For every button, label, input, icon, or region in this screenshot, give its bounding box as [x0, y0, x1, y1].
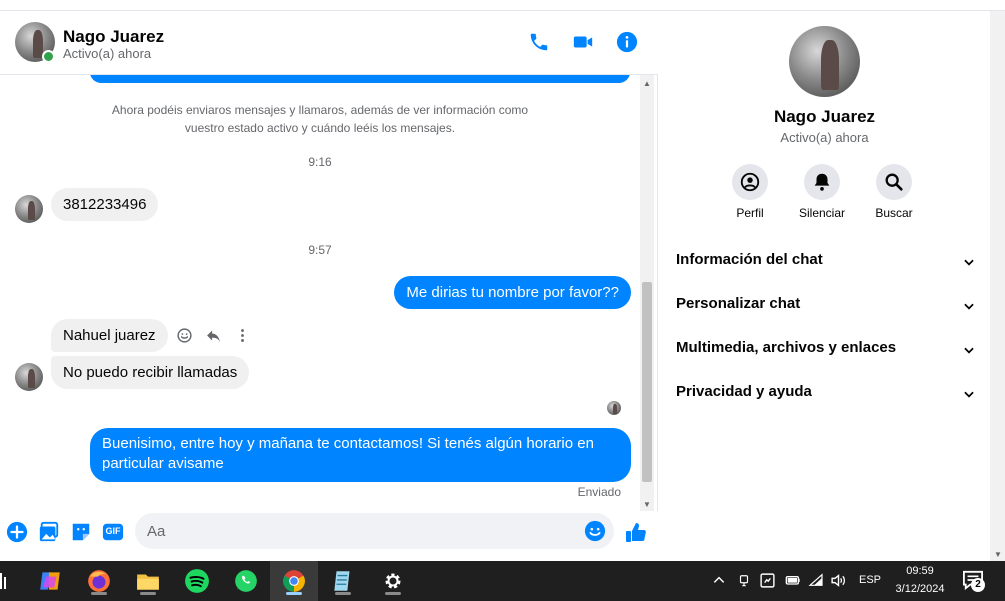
mute-button[interactable]	[804, 164, 840, 200]
search-icon	[885, 173, 903, 191]
composer: GIF Aa	[0, 511, 658, 561]
sticker-icon[interactable]	[70, 521, 92, 543]
notification-count: 2	[971, 578, 985, 592]
system-notice: Ahora podéis enviaros mensajes y llamaro…	[111, 103, 529, 135]
profile-status: Activo(a) ahora	[780, 130, 869, 145]
online-indicator	[42, 50, 55, 63]
running-indicator	[286, 592, 302, 595]
volume-icon[interactable]	[830, 572, 847, 594]
top-strip	[0, 0, 1005, 11]
section-label: Información del chat	[676, 251, 823, 268]
profile-icon	[740, 172, 760, 192]
notification-center-icon[interactable]: 2	[962, 570, 986, 592]
scroll-down-arrow-icon[interactable]: ▼	[643, 500, 651, 509]
chevron-down-icon	[962, 343, 976, 357]
chevron-down-icon	[962, 387, 976, 401]
running-indicator	[91, 592, 107, 595]
sender-avatar[interactable]	[15, 363, 43, 391]
phone-icon[interactable]	[528, 31, 550, 53]
chat-info-panel: Nago Juarez Activo(a) ahora Perfil Silen…	[659, 11, 990, 561]
previous-message-bubble	[90, 75, 630, 83]
language-indicator[interactable]: ESP	[859, 574, 881, 586]
profile-button[interactable]	[732, 164, 768, 200]
contact-status: Activo(a) ahora	[63, 46, 152, 61]
search-button[interactable]	[876, 164, 912, 200]
taskbar: ESP 09:59 3/12/2024 2	[0, 561, 1005, 601]
screen: Nago Juarez Activo(a) ahora Ahora podéis…	[0, 0, 1005, 601]
gif-label: GIF	[105, 526, 121, 536]
message-input-placeholder: Aa	[147, 523, 166, 540]
running-indicator	[140, 592, 156, 595]
section-media-files-links[interactable]: Multimedia, archivos y enlaces	[676, 339, 976, 363]
contact-name[interactable]: Nago Juarez	[63, 27, 164, 47]
mute-label: Silenciar	[798, 206, 846, 220]
chevron-down-icon	[962, 255, 976, 269]
scroll-up-arrow-icon[interactable]: ▲	[643, 79, 651, 88]
profile-avatar[interactable]	[789, 26, 860, 97]
message-list[interactable]: Ahora podéis enviaros mensajes y llamaro…	[0, 75, 658, 511]
clock-date[interactable]: 3/12/2024	[890, 583, 950, 595]
like-thumb-icon[interactable]	[624, 521, 646, 543]
photo-icon[interactable]	[38, 521, 60, 543]
spotify-icon[interactable]	[183, 567, 211, 595]
widgets-edge-icon[interactable]	[0, 573, 6, 589]
search-label: Buscar	[875, 206, 913, 220]
section-chat-info[interactable]: Información del chat	[676, 251, 976, 275]
gif-icon[interactable]: GIF	[102, 521, 124, 543]
wifi-icon[interactable]	[808, 572, 824, 593]
section-label: Personalizar chat	[676, 295, 801, 312]
running-indicator	[335, 592, 351, 595]
file-explorer-icon[interactable]	[134, 567, 162, 595]
outgoing-message[interactable]: Buenisimo, entre hoy y mañana te contact…	[90, 428, 631, 482]
camera-tray-icon[interactable]	[737, 573, 751, 594]
react-icon[interactable]	[176, 327, 193, 344]
clock-time[interactable]: 09:59	[890, 565, 950, 577]
profile-name: Nago Juarez	[773, 107, 876, 126]
scroll-down-arrow-icon[interactable]: ▼	[994, 550, 1002, 559]
whatsapp-icon[interactable]	[232, 567, 260, 595]
copilot-icon[interactable]	[36, 567, 64, 595]
section-label: Privacidad y ayuda	[676, 383, 812, 400]
section-label: Multimedia, archivos y enlaces	[676, 339, 897, 356]
device-tray-icon[interactable]	[759, 572, 776, 594]
profile-label: Perfil	[736, 206, 764, 220]
chevron-up-icon[interactable]	[712, 573, 726, 592]
chevron-down-icon	[962, 299, 976, 313]
message-input[interactable]: Aa	[135, 513, 614, 549]
notepad-icon[interactable]	[329, 567, 357, 595]
chrome-icon[interactable]	[280, 567, 308, 595]
plus-icon[interactable]	[6, 521, 28, 543]
timestamp: 9:16	[308, 155, 332, 169]
settings-gear-icon[interactable]	[379, 567, 407, 595]
scroll-thumb[interactable]	[642, 282, 652, 482]
incoming-message[interactable]: No puedo recibir llamadas	[51, 356, 250, 389]
chat-pane: Nago Juarez Activo(a) ahora Ahora podéis…	[0, 11, 658, 561]
chat-scrollbar[interactable]: ▲ ▼	[640, 75, 654, 511]
emoji-icon[interactable]	[584, 520, 606, 542]
chat-header: Nago Juarez Activo(a) ahora	[0, 11, 658, 75]
section-customize-chat[interactable]: Personalizar chat	[676, 295, 976, 319]
header-actions	[528, 31, 638, 53]
incoming-message[interactable]: Nahuel juarez	[51, 319, 168, 352]
sender-avatar[interactable]	[15, 195, 43, 223]
message-actions	[176, 327, 251, 344]
sent-status: Enviado	[577, 485, 621, 499]
timestamp: 9:57	[308, 243, 332, 257]
reply-icon[interactable]	[205, 327, 222, 344]
info-icon[interactable]	[616, 31, 638, 53]
bell-icon	[814, 173, 830, 191]
section-privacy-help[interactable]: Privacidad y ayuda	[676, 383, 976, 407]
running-indicator	[385, 592, 401, 595]
more-options-icon[interactable]	[234, 327, 251, 344]
incoming-message[interactable]: 3812233496	[51, 188, 159, 221]
seen-indicator-avatar	[607, 401, 621, 415]
video-call-icon[interactable]	[572, 31, 594, 53]
page-scrollbar[interactable]: ▼	[990, 11, 1005, 561]
battery-icon[interactable]	[785, 573, 801, 592]
outgoing-message[interactable]: Me dirias tu nombre por favor??	[394, 276, 631, 309]
firefox-icon[interactable]	[85, 567, 113, 595]
